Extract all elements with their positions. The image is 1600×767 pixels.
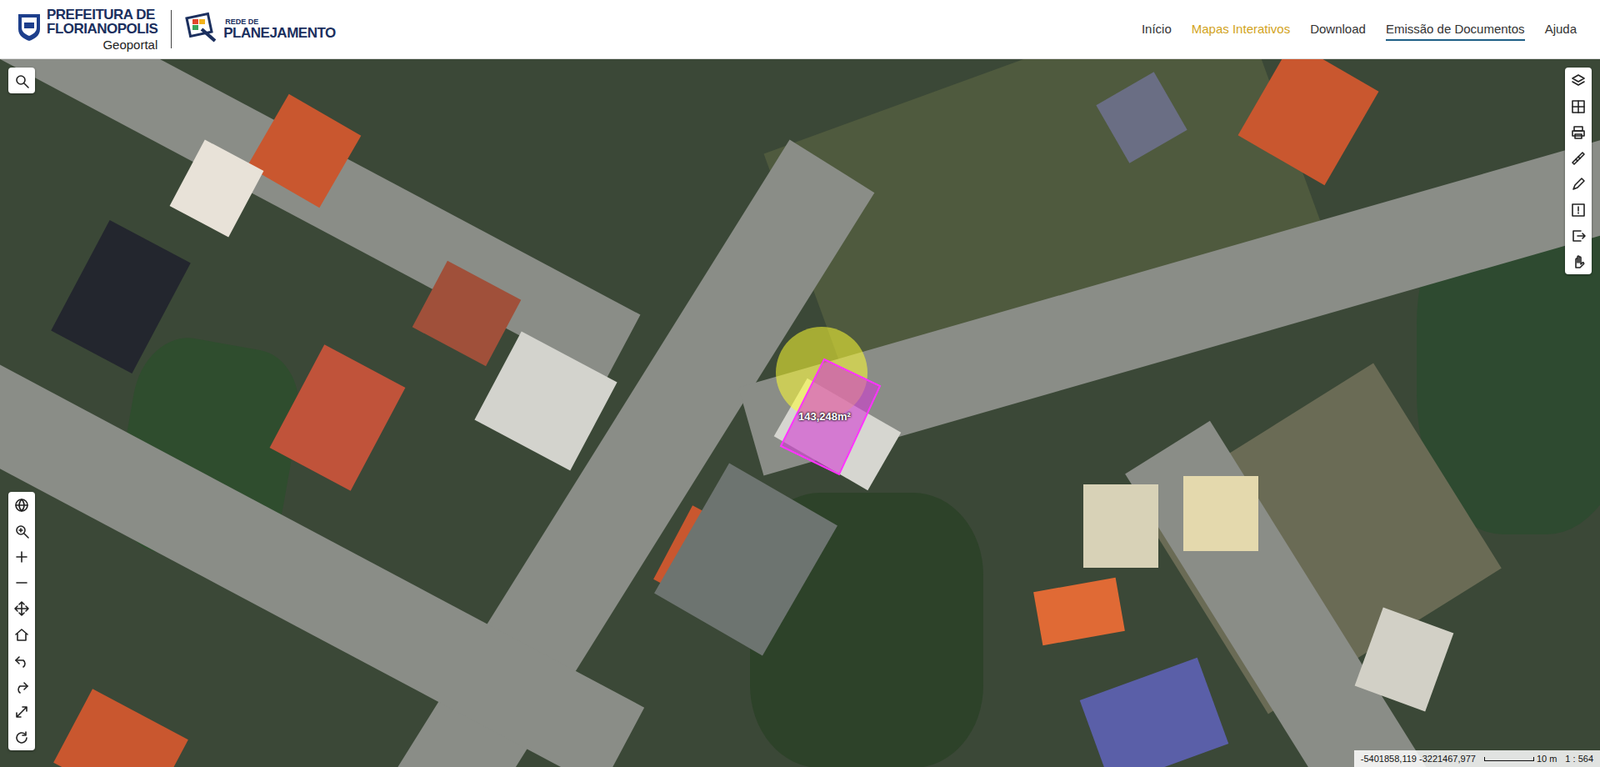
plus-button[interactable] [8,543,35,570]
plus-icon [14,549,30,565]
roof [1083,484,1159,568]
scale-bar: 10 m [1484,753,1557,764]
checker-button[interactable] [1565,93,1592,120]
rede-icon [185,10,220,48]
hand-button[interactable] [1565,248,1592,275]
move-icon [14,600,30,616]
undo-icon [14,652,30,668]
navigation-toolbar [8,491,35,750]
minus-button[interactable] [8,569,35,595]
hand-icon [1570,254,1586,270]
status-bar: -5401858,119 -3221467,977 10 m 1 : 564 [1354,750,1600,767]
print-button[interactable] [1565,119,1592,145]
scale-bar-label: 10 m [1536,753,1557,764]
pencil-icon [1570,176,1586,192]
area-label: 143,248m² [796,409,853,424]
zoomarea-icon [14,523,30,539]
scale-line [1484,756,1535,761]
globe-icon [14,497,30,513]
nav-link[interactable]: Início [1141,18,1172,41]
roof [270,344,406,490]
logo-line: REDE DE [223,18,335,26]
pencil-button[interactable] [1565,170,1592,197]
search-button[interactable] [8,67,35,94]
layers-button[interactable] [1565,67,1592,94]
logo-line: PLANEJAMENTO [223,25,335,40]
search-icon [14,73,30,89]
nav-link[interactable]: Download [1310,18,1366,41]
nav-link[interactable]: Mapas Interativos [1191,18,1290,41]
expand-icon [14,704,30,720]
redo-icon [14,678,30,694]
top-header: PREFEITURA DEFLORIANOPOLIS Geoportal REDE … [0,0,1600,60]
home-button[interactable] [8,620,35,647]
refresh-icon [14,730,30,745]
roof [1080,657,1230,767]
export-icon [1570,228,1586,244]
search-toolbar [8,67,35,94]
refresh-button[interactable] [8,724,35,750]
main-nav: Início Mapas Interativos Download Emissão d… [1141,18,1584,41]
roof [1183,475,1259,551]
checker-icon [1570,99,1586,115]
logo-subtitle: Geoportal [46,38,158,51]
logo-line: PREFEITURA DE [46,7,158,22]
undo-button[interactable] [8,646,35,673]
roof [53,688,189,767]
info-button[interactable] [1565,196,1592,223]
nav-link[interactable]: Emissão de Documentos [1385,18,1525,41]
print-icon [1570,125,1586,140]
divider [170,10,172,49]
rede-logo[interactable]: REDE DEPLANEJAMENTO [185,10,335,48]
prefeitura-logo[interactable]: PREFEITURA DEFLORIANOPOLIS Geoportal [16,7,158,51]
move-button[interactable] [8,595,35,621]
prefeitura-text: PREFEITURA DEFLORIANOPOLIS Geoportal [46,7,158,51]
map-view[interactable]: 143,248m² -5401858,119 -3221467,977 10 m 1 … [0,59,1600,767]
logo-line: FLORIANOPOLIS [46,21,158,36]
expand-button[interactable] [8,698,35,725]
shield-icon [16,12,42,46]
rede-text: REDE DEPLANEJAMENTO [223,18,335,40]
layers-icon [1570,73,1586,89]
nav-link[interactable]: Ajuda [1545,18,1577,41]
coordinates: -5401858,119 -3221467,977 [1360,753,1476,764]
ruler-icon [1570,150,1586,166]
redo-button[interactable] [8,672,35,699]
scale-ratio: 1 : 564 [1565,753,1594,764]
brand: PREFEITURA DEFLORIANOPOLIS Geoportal REDE … [16,7,336,51]
minus-icon [14,575,30,590]
tools-toolbar [1565,67,1592,275]
info-icon [1570,202,1586,218]
export-button[interactable] [1565,222,1592,249]
globe-button[interactable] [8,491,35,518]
roof [1033,577,1125,645]
home-icon [14,626,30,642]
ruler-button[interactable] [1565,145,1592,171]
zoomarea-button[interactable] [8,517,35,544]
